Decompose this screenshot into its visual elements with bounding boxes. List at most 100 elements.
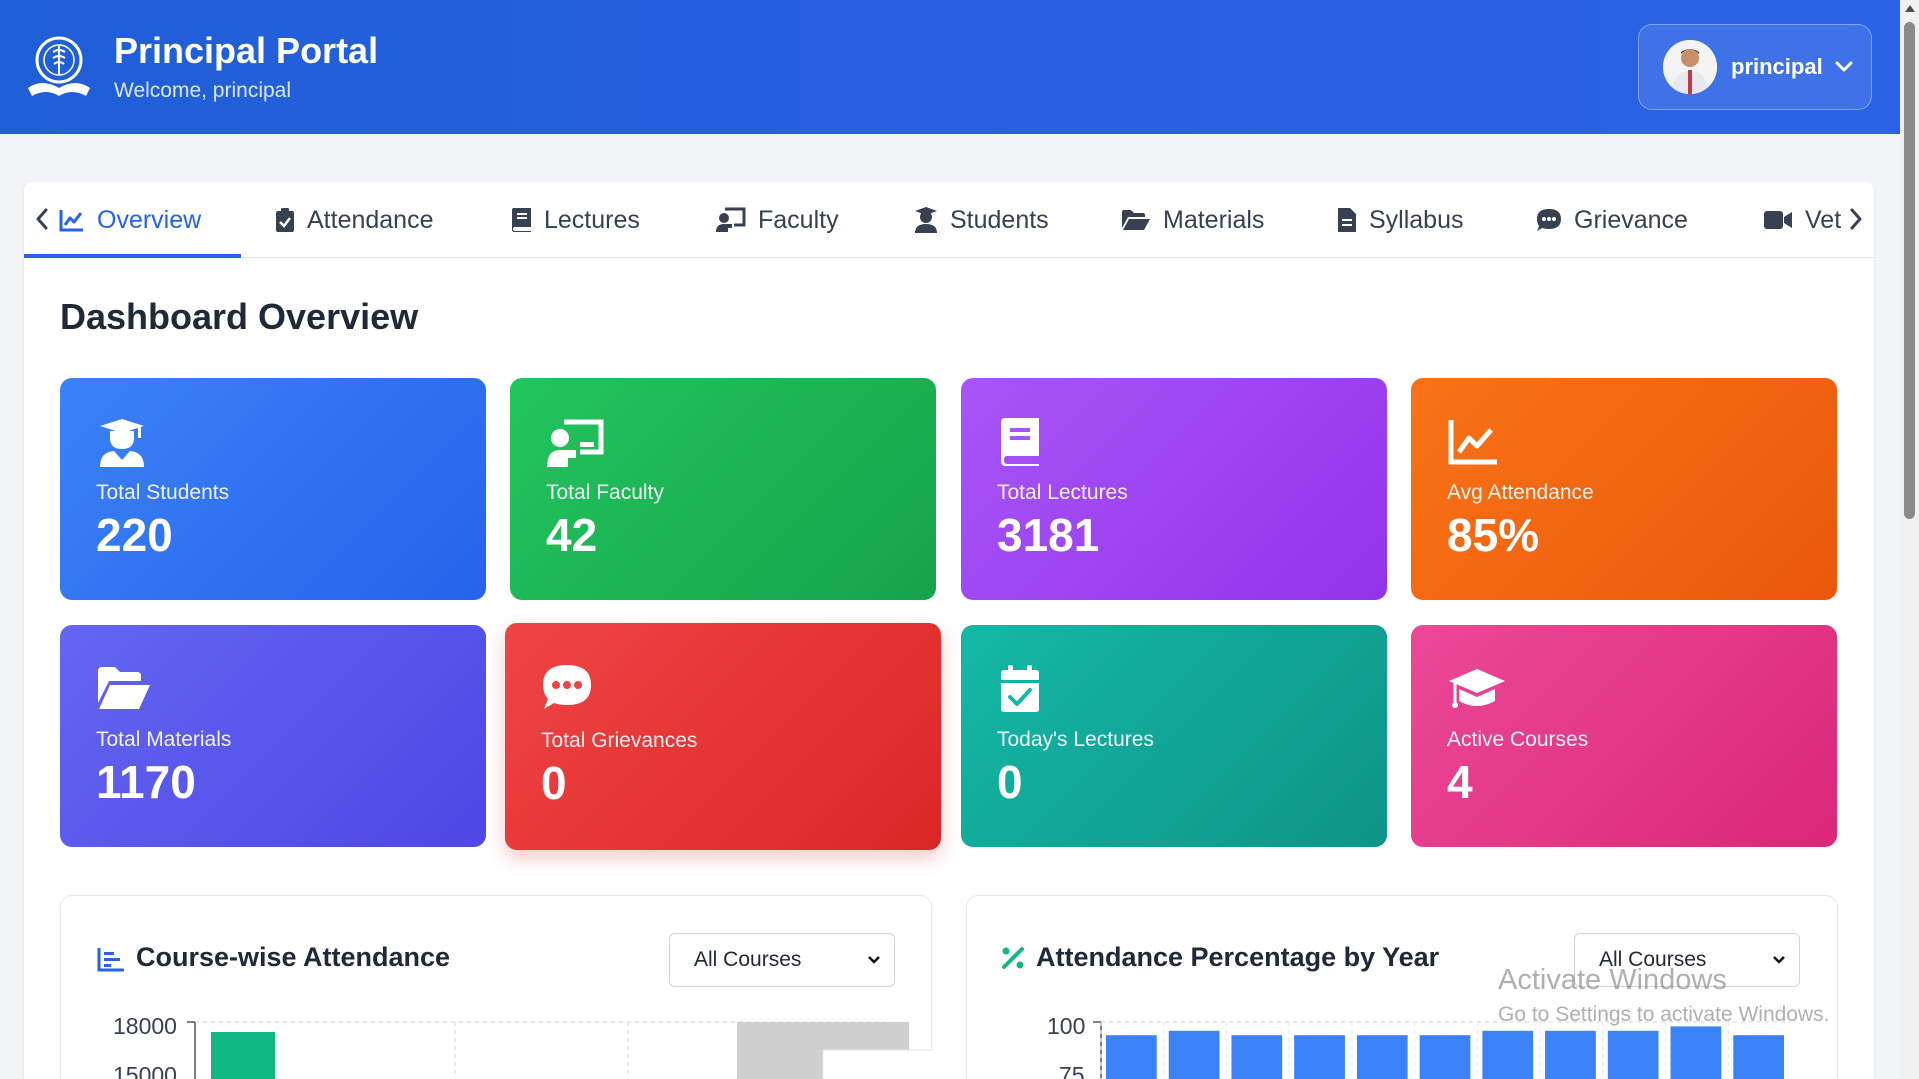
course-attendance-chart	[187, 1021, 933, 1079]
tab-scroll-right-button[interactable]	[1842, 204, 1870, 234]
stat-label: Total Lectures	[997, 481, 1128, 504]
bar	[211, 1032, 275, 1079]
folder-open-icon	[1122, 210, 1150, 230]
folder-open-icon	[98, 667, 150, 709]
stat-value: 42	[546, 509, 598, 561]
tab-label: Materials	[1163, 205, 1265, 234]
activation-watermark-text: Go to Settings to activate Windows.	[1498, 1003, 1830, 1026]
chevron-down-icon	[1773, 956, 1785, 964]
tab-grievance[interactable]: Grievance	[1536, 182, 1688, 258]
user-avatar-icon	[1663, 40, 1717, 94]
stat-card-todays-lectures[interactable]: Today's Lectures 0	[961, 625, 1387, 847]
tab-students[interactable]: Students	[914, 182, 1049, 258]
stat-card-total-materials[interactable]: Total Materials 1170	[60, 625, 486, 847]
stat-label: Avg Attendance	[1447, 481, 1594, 504]
bar	[1733, 1035, 1784, 1079]
bar	[1670, 1026, 1722, 1079]
book-icon	[512, 208, 531, 232]
stat-card-total-grievances[interactable]: Total Grievances 0	[505, 623, 941, 850]
app-header: Principal Portal Welcome, principal prin…	[0, 0, 1900, 134]
stat-label: Total Students	[96, 481, 230, 504]
stat-label: Active Courses	[1447, 728, 1589, 751]
y-tick-label: 100	[1047, 1013, 1086, 1039]
select-value: All Courses	[694, 948, 802, 971]
tab-syllabus[interactable]: Syllabus	[1337, 182, 1464, 258]
user-menu-button[interactable]: principal	[1638, 24, 1872, 110]
percentage-icon	[1002, 947, 1024, 969]
file-icon	[1338, 208, 1356, 232]
stat-card-total-students[interactable]: Total Students 220	[60, 378, 486, 600]
graduation-cap-icon	[1449, 669, 1505, 708]
tab-label: Lectures	[544, 205, 640, 234]
avatar	[1663, 40, 1717, 94]
college-logo	[28, 36, 90, 96]
tooltip	[822, 1049, 933, 1079]
chevron-left-icon	[36, 208, 48, 230]
tab-label: Overview	[97, 205, 202, 234]
scroll-up-arrow-icon[interactable]	[1905, 5, 1915, 12]
book-icon	[1001, 418, 1039, 466]
tab-vet[interactable]: Vet	[1763, 182, 1841, 258]
comment-dots-icon	[1537, 209, 1561, 231]
tab-label: Faculty	[758, 205, 839, 234]
activation-watermark-title: Activate Windows	[1498, 964, 1727, 996]
user-graduate-icon	[100, 419, 144, 467]
stat-value: 85%	[1447, 509, 1540, 561]
bar	[1607, 1030, 1659, 1079]
portal-title: Principal Portal	[114, 30, 379, 71]
chevron-down-icon	[868, 956, 880, 964]
stat-card-avg-attendance[interactable]: Avg Attendance 85%	[1411, 378, 1837, 600]
video-icon	[1764, 211, 1792, 229]
stat-card-total-faculty[interactable]: Total Faculty 42	[510, 378, 936, 600]
stat-value: 0	[541, 757, 567, 809]
chart-bar-icon	[97, 948, 124, 972]
stat-card-active-courses[interactable]: Active Courses 4	[1411, 625, 1837, 847]
bar	[1106, 1035, 1157, 1079]
welcome-text: Welcome, principal	[114, 79, 292, 102]
tab-lectures[interactable]: Lectures	[510, 182, 640, 258]
stat-card-total-lectures[interactable]: Total Lectures 3181	[961, 378, 1387, 600]
chart-line-icon	[1448, 420, 1497, 465]
course-filter-select[interactable]: All Courses	[669, 933, 895, 987]
page-scrollbar[interactable]	[1900, 0, 1919, 1079]
stat-value: 220	[96, 509, 173, 561]
stat-value: 3181	[997, 509, 1100, 561]
y-tick-label: 15000	[113, 1062, 177, 1079]
page-title: Dashboard Overview	[60, 296, 419, 337]
bar	[1356, 1035, 1408, 1079]
scrollbar-thumb[interactable]	[1904, 22, 1915, 519]
bar	[1294, 1035, 1345, 1079]
bar	[1482, 1030, 1534, 1079]
user-graduate-icon	[915, 207, 937, 233]
tab-bar: Overview Attendance Lectures Faculty Stu…	[24, 182, 1874, 258]
stat-label: Total Materials	[96, 728, 232, 751]
bar	[1231, 1035, 1283, 1079]
tab-overview[interactable]: Overview	[59, 182, 201, 258]
stat-value: 1170	[96, 756, 196, 808]
bar	[1168, 1030, 1220, 1079]
y-tick-label: 18000	[113, 1013, 177, 1039]
tab-scroll-left-button[interactable]	[28, 204, 56, 234]
stat-value: 0	[997, 756, 1023, 808]
tab-materials[interactable]: Materials	[1121, 182, 1264, 258]
dashboard-panel: Overview Attendance Lectures Faculty Stu…	[24, 182, 1874, 1079]
course-attendance-chart-panel: Course-wise Attendance All Courses 18000…	[60, 895, 933, 1079]
tab-attendance[interactable]: Attendance	[275, 182, 434, 258]
bar	[1419, 1035, 1471, 1079]
tab-label: Attendance	[307, 205, 434, 234]
active-tab-indicator	[24, 254, 241, 258]
stat-value: 4	[1447, 756, 1473, 808]
clipboard-check-icon	[276, 208, 294, 232]
tab-label: Students	[950, 205, 1049, 234]
chart-title: Course-wise Attendance	[136, 942, 451, 972]
stat-label: Total Faculty	[546, 481, 664, 504]
chalkboard-teacher-icon	[547, 419, 604, 467]
tab-faculty[interactable]: Faculty	[716, 182, 839, 258]
stat-label: Total Grievances	[541, 729, 698, 752]
tab-label: Vet	[1805, 205, 1842, 234]
calendar-check-icon	[1001, 665, 1039, 712]
chart-title: Attendance Percentage by Year	[1036, 942, 1440, 972]
bar	[1545, 1030, 1596, 1079]
chevron-down-icon	[1835, 61, 1853, 72]
y-tick-label: 75	[1059, 1062, 1085, 1079]
